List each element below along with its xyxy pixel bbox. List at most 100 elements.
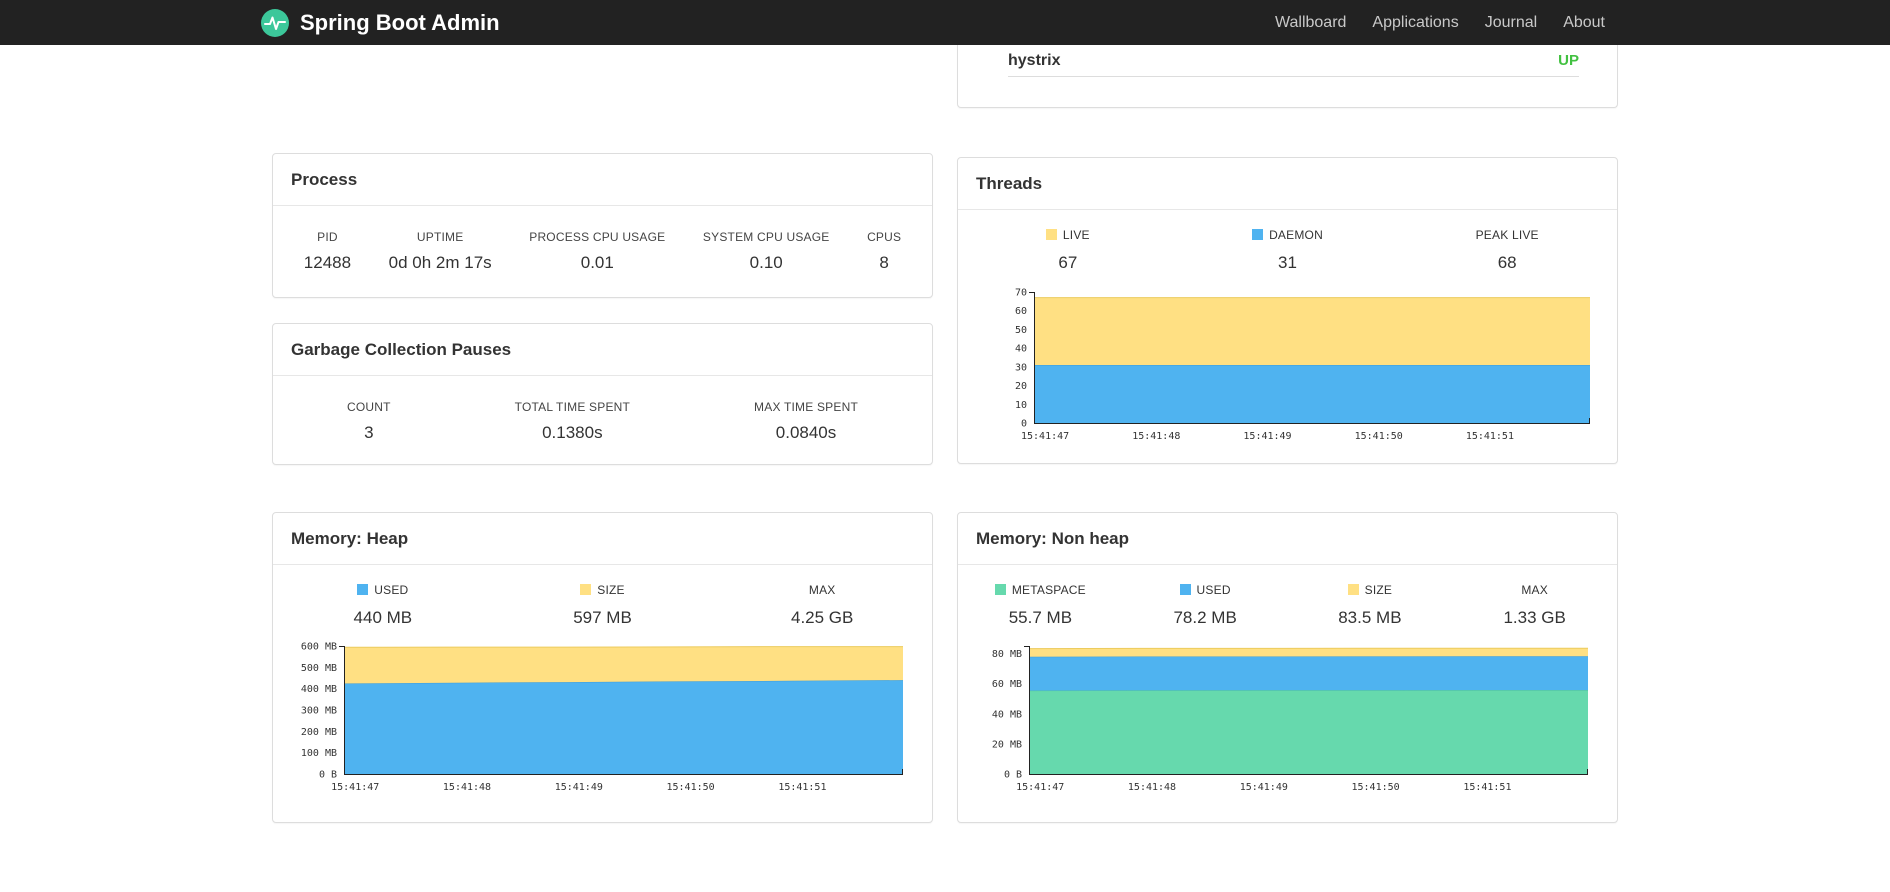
threads-card: Threads LIVE 67 DAEMON 31 PEAK LIVE 68 0… — [957, 157, 1618, 464]
svg-text:40 MB: 40 MB — [992, 709, 1022, 720]
svg-text:20: 20 — [1015, 381, 1027, 392]
legend-value: 78.2 MB — [1173, 608, 1237, 627]
application-row-hystrix[interactable]: hystrix UP — [1008, 45, 1579, 77]
stat-value: 0.10 — [749, 253, 783, 272]
navbar: Spring Boot Admin Wallboard Applications… — [0, 0, 1890, 45]
svg-text:30: 30 — [1015, 362, 1027, 373]
legend-label: SIZE — [597, 583, 625, 597]
stat-label: PROCESS CPU USAGE — [529, 230, 666, 244]
stat-uptime: UPTIME 0d 0h 2m 17s — [389, 230, 492, 273]
svg-text:0 B: 0 B — [1004, 770, 1022, 781]
svg-text:40: 40 — [1015, 344, 1027, 355]
live-swatch — [1045, 229, 1057, 240]
heap-memory-chart: 0 B 100 MB 200 MB 300 MB 400 MB 500 MB 600 MB 1… — [273, 638, 932, 797]
legend-max: MAX 1.33 GB — [1452, 581, 1617, 628]
heartbeat-logo-icon — [261, 8, 289, 37]
stat-label: COUNT — [346, 400, 391, 414]
stat-value: 0.01 — [580, 253, 614, 272]
memory-heap-card: Memory: Heap USED 440 MB SIZE 597 MB MAX… — [272, 512, 933, 823]
size-swatch — [1347, 584, 1359, 595]
nonheap-card-title: Memory: Non heap — [958, 513, 1617, 565]
stat-label: MAX TIME SPENT — [754, 400, 858, 414]
stat-value: 8 — [879, 253, 889, 272]
legend-size: SIZE 597 MB — [493, 581, 713, 628]
legend-value: 1.33 GB — [1503, 608, 1566, 627]
stat-cpus: CPUS 8 — [867, 230, 901, 273]
svg-text:15:41:51: 15:41:51 — [1466, 431, 1514, 442]
legend-used: USED 78.2 MB — [1123, 581, 1288, 628]
svg-text:15:41:47: 15:41:47 — [1021, 431, 1069, 442]
stat-value: 0.1380s — [542, 423, 603, 442]
stat-value: 0d 0h 2m 17s — [388, 253, 492, 272]
legend-value: 68 — [1497, 253, 1517, 272]
gc-pauses-card: Garbage Collection Pauses COUNT 3 TOTAL … — [272, 323, 933, 465]
legend-peak-live: PEAK LIVE 68 — [1397, 226, 1617, 273]
legend-label: LIVE — [1062, 228, 1090, 242]
svg-text:80 MB: 80 MB — [992, 649, 1022, 660]
svg-text:15:41:50: 15:41:50 — [667, 782, 715, 793]
stat-gc-total-time: TOTAL TIME SPENT 0.1380s — [515, 400, 630, 443]
svg-text:100 MB: 100 MB — [301, 748, 337, 759]
stat-system-cpu: SYSTEM CPU USAGE 0.10 — [703, 230, 830, 273]
svg-text:60: 60 — [1015, 306, 1027, 317]
svg-text:15:41:48: 15:41:48 — [1128, 782, 1176, 793]
svg-text:15:41:49: 15:41:49 — [1240, 782, 1288, 793]
application-status-badge: UP — [1558, 52, 1579, 69]
svg-text:600 MB: 600 MB — [301, 642, 337, 653]
svg-text:60 MB: 60 MB — [992, 679, 1022, 690]
brand-link[interactable]: Spring Boot Admin — [260, 8, 500, 38]
used-swatch — [1179, 584, 1191, 595]
size-swatch — [580, 584, 592, 595]
process-card-title: Process — [273, 154, 932, 206]
svg-text:15:41:51: 15:41:51 — [1463, 782, 1511, 793]
legend-label: USED — [1196, 583, 1231, 597]
legend-label: PEAK LIVE — [1475, 228, 1539, 242]
application-status-card: hystrix UP — [957, 45, 1618, 108]
nav-item-journal[interactable]: Journal — [1472, 0, 1550, 45]
stat-value: 3 — [364, 423, 374, 442]
svg-text:15:41:48: 15:41:48 — [1132, 431, 1180, 442]
nonheap-memory-chart: 0 B 20 MB 40 MB 60 MB 80 MB 15:41:47 15:41:48 1… — [958, 638, 1617, 797]
stat-gc-count: COUNT 3 — [347, 400, 391, 443]
legend-value: 31 — [1278, 253, 1297, 272]
process-stats: PID 12488 UPTIME 0d 0h 2m 17s PROCESS CP… — [273, 206, 932, 295]
svg-text:15:41:50: 15:41:50 — [1352, 782, 1400, 793]
legend-label: MAX — [1521, 583, 1548, 597]
legend-label: MAX — [808, 583, 836, 597]
gc-card-title: Garbage Collection Pauses — [273, 324, 932, 376]
legend-daemon: DAEMON 31 — [1178, 226, 1398, 273]
svg-text:15:41:49: 15:41:49 — [555, 782, 603, 793]
legend-max: MAX 4.25 GB — [712, 581, 932, 628]
legend-metaspace: METASPACE 55.7 MB — [958, 581, 1123, 628]
svg-text:15:41:51: 15:41:51 — [778, 782, 826, 793]
legend-value: 83.5 MB — [1338, 608, 1402, 627]
daemon-swatch — [1252, 229, 1264, 240]
brand-title: Spring Boot Admin — [300, 9, 500, 35]
heap-legend: USED 440 MB SIZE 597 MB MAX 4.25 GB — [273, 565, 932, 638]
nav-item-applications[interactable]: Applications — [1359, 0, 1471, 45]
stat-label: PID — [317, 230, 338, 244]
metaspace-swatch — [994, 584, 1006, 595]
svg-text:0: 0 — [1021, 419, 1027, 430]
nav-item-wallboard[interactable]: Wallboard — [1262, 0, 1359, 45]
svg-text:50: 50 — [1015, 325, 1027, 336]
stat-gc-max-time: MAX TIME SPENT 0.0840s — [754, 400, 858, 443]
svg-text:300 MB: 300 MB — [301, 706, 337, 717]
right-column: hystrix UP Threads LIVE 67 DAEMON 31 PEA… — [957, 45, 1618, 823]
nav-item-about[interactable]: About — [1550, 0, 1618, 45]
threads-chart: 0 10 20 30 40 50 60 70 15:41:47 15:41:48 15:41:49 1… — [958, 283, 1617, 446]
svg-text:20 MB: 20 MB — [992, 739, 1022, 750]
left-column: Process PID 12488 UPTIME 0d 0h 2m 17s PR… — [272, 45, 933, 823]
svg-text:10: 10 — [1015, 400, 1027, 411]
svg-text:15:41:49: 15:41:49 — [1243, 431, 1291, 442]
used-swatch — [357, 584, 369, 595]
svg-text:15:41:47: 15:41:47 — [1016, 782, 1064, 793]
svg-text:500 MB: 500 MB — [301, 663, 337, 674]
svg-text:70: 70 — [1015, 288, 1027, 299]
legend-label: USED — [374, 583, 409, 597]
legend-value: 4.25 GB — [790, 608, 854, 627]
stat-label: SYSTEM CPU USAGE — [702, 230, 830, 244]
dashboard: Process PID 12488 UPTIME 0d 0h 2m 17s PR… — [272, 45, 1618, 823]
svg-text:400 MB: 400 MB — [301, 684, 337, 695]
legend-value: 67 — [1058, 253, 1078, 272]
